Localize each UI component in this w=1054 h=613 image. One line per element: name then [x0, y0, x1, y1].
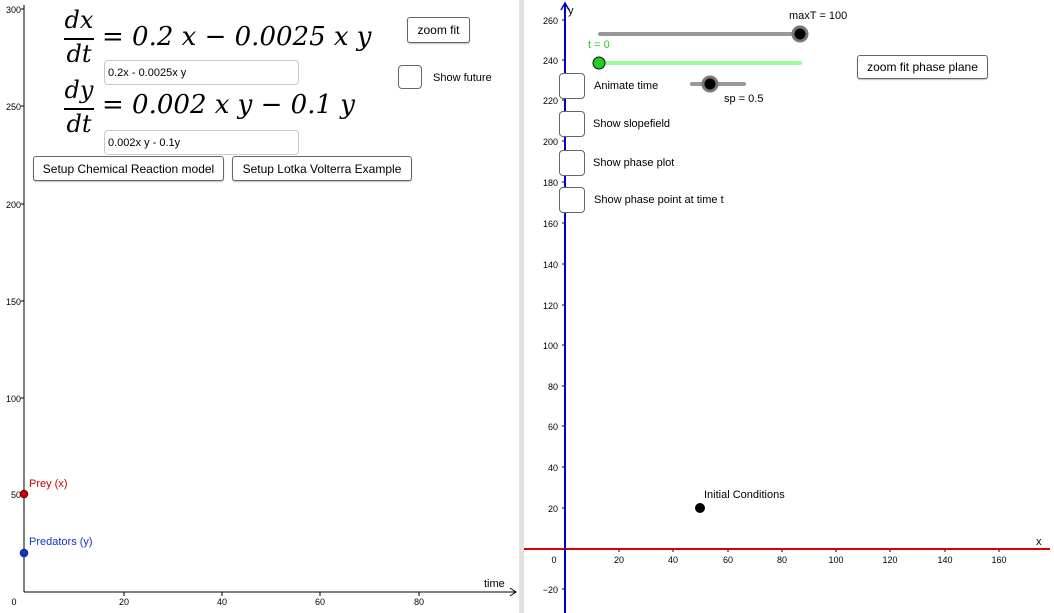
prey-label: Prey (x): [29, 478, 68, 490]
x-tick-label: 120: [882, 555, 897, 565]
eq2-rhs: = 0.002 x y − 0.1 y: [102, 90, 355, 120]
y-tick-label: 50: [11, 490, 21, 500]
y-tick-label: 80: [548, 382, 558, 392]
predator-point[interactable]: [19, 548, 29, 558]
show-phase-point-checkbox[interactable]: [559, 187, 585, 213]
y-tick-label: 220: [543, 96, 558, 106]
y-tick-label: −20: [543, 585, 558, 595]
y-tick-label: 300: [6, 5, 21, 15]
y-tick-label: 250: [6, 102, 21, 112]
show-phase-point-label: Show phase point at time t: [594, 194, 724, 206]
x-tick-label: 0: [11, 597, 16, 607]
y-tick-label: 240: [543, 56, 558, 66]
y-tick-label: 200: [6, 200, 21, 210]
x-tick-label: 80: [414, 597, 424, 607]
maxT-label: maxT = 100: [789, 10, 847, 22]
x-tick-label: 20: [614, 555, 624, 565]
x-tick-label: 80: [777, 555, 787, 565]
x-axis-ticks: 0 20 40 60 80 100 120 140 160: [551, 549, 1007, 565]
y-tick-label: 100: [6, 394, 21, 404]
x-tick-label: 40: [217, 597, 227, 607]
x-tick-label: 60: [315, 597, 325, 607]
y-axis-ticks: 260 240 220 200 180 160 140 120 100 80 60 40 20 −20: [543, 16, 565, 595]
y-tick-label: 140: [543, 260, 558, 270]
eq1-numerator: dx: [64, 6, 94, 34]
eq2-denominator: dt: [66, 110, 92, 138]
x-tick-label: 140: [937, 555, 952, 565]
y-tick-label: 260: [543, 16, 558, 26]
t-slider-handle[interactable]: [592, 56, 606, 70]
animate-time-label: Animate time: [594, 80, 659, 92]
prey-point[interactable]: [19, 489, 29, 499]
y-axis-ticks: 300 250 200 150 100 50: [6, 5, 24, 500]
y-tick-label: 20: [548, 504, 558, 514]
initial-conditions-label: Initial Conditions: [704, 489, 785, 501]
y-tick-label: 120: [543, 301, 558, 311]
x-tick-label: 20: [119, 597, 129, 607]
predator-label: Predators (y): [29, 536, 93, 548]
animate-time-checkbox[interactable]: [559, 73, 585, 99]
show-slopefield-checkbox[interactable]: [559, 111, 585, 137]
show-slopefield-label: Show slopefield: [593, 118, 671, 130]
x-tick-label: 60: [723, 555, 733, 565]
sp-label: sp = 0.5: [724, 93, 763, 105]
zoom-fit-button[interactable]: zoom fit: [407, 17, 470, 43]
t-label: t = 0: [588, 39, 610, 51]
y-tick-label: 100: [543, 341, 558, 351]
show-future-checkbox[interactable]: [398, 65, 422, 89]
eq1-rhs: = 0.2 x − 0.0025 x y: [102, 22, 372, 52]
x-tick-label: 0: [551, 555, 556, 565]
setup-lotka-volterra-button[interactable]: Setup Lotka Volterra Example: [232, 156, 412, 181]
zoom-fit-phase-plane-button[interactable]: zoom fit phase plane: [857, 55, 988, 79]
setup-chemical-reaction-button[interactable]: Setup Chemical Reaction model: [33, 156, 224, 181]
y-tick-label: 60: [548, 422, 558, 432]
initial-conditions-point[interactable]: [695, 503, 705, 513]
y-axis-label: y: [568, 5, 574, 17]
phase-plane-panel[interactable]: 260 240 220 200 180 160 140 120 100 80 60 40 20 −20 0…: [524, 0, 1054, 613]
show-phase-plot-label: Show phase plot: [593, 157, 675, 169]
x-axis-label: x: [1036, 536, 1042, 548]
eq2-numerator: dy: [64, 76, 94, 104]
y-tick-label: 150: [6, 297, 21, 307]
x-tick-label: 160: [991, 555, 1006, 565]
y-tick-label: 200: [543, 137, 558, 147]
x-tick-label: 100: [828, 555, 843, 565]
dx-dt-input[interactable]: 0.2x - 0.0025x y: [104, 60, 299, 85]
maxT-slider-handle[interactable]: [791, 25, 809, 43]
dy-dt-input[interactable]: 0.002x y - 0.1y: [104, 130, 299, 155]
time-plot-panel[interactable]: 300 250 200 150 100 50 0 20 40 60 80 time Prey (x…: [0, 0, 519, 613]
show-future-label: Show future: [433, 72, 492, 84]
sp-slider-handle[interactable]: [701, 75, 719, 93]
eq1-denominator: dt: [66, 40, 92, 68]
x-axis-ticks: 0 20 40 60 80: [11, 592, 424, 607]
y-tick-label: 180: [543, 178, 558, 188]
x-tick-label: 40: [668, 555, 678, 565]
y-tick-label: 160: [543, 219, 558, 229]
show-phase-plot-checkbox[interactable]: [559, 150, 585, 176]
y-tick-label: 40: [548, 463, 558, 473]
x-axis-label: time: [484, 578, 505, 590]
